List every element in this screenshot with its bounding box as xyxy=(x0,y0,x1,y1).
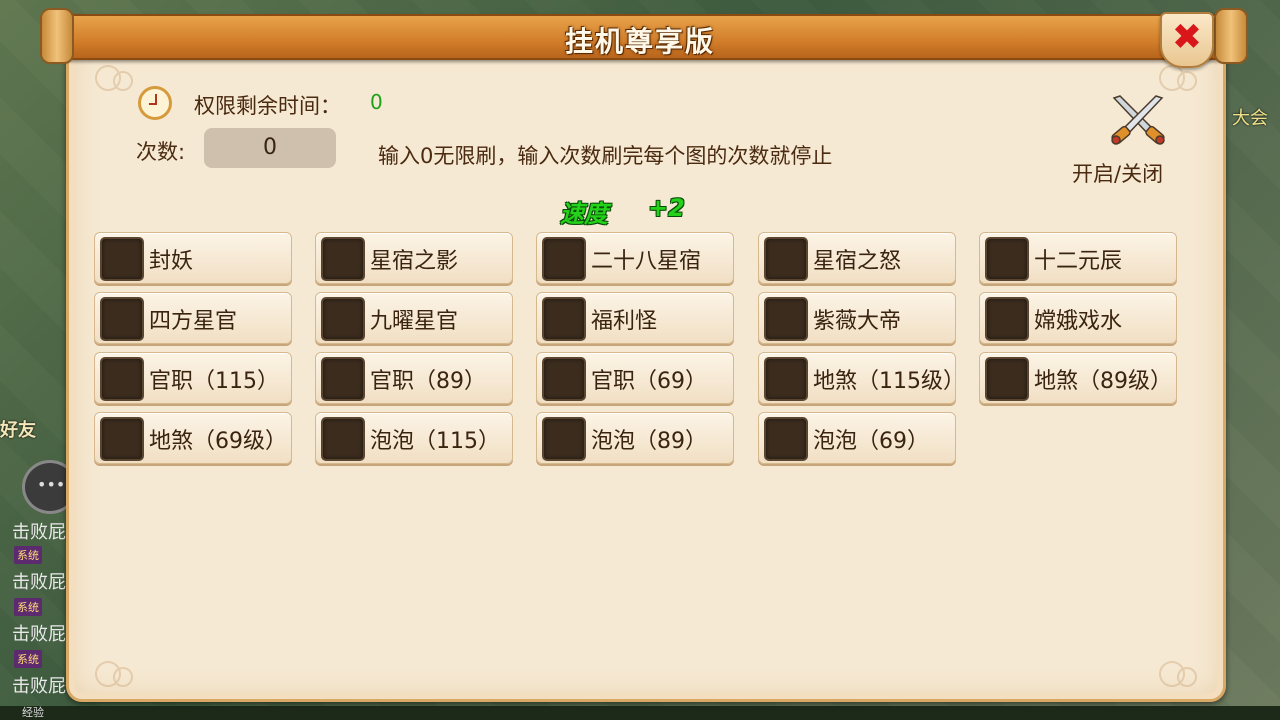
map-option-label: 地煞（89级） xyxy=(1034,369,1172,394)
event-label: 大会 xyxy=(1232,108,1268,129)
map-option-label: 嫦娥戏水 xyxy=(1034,309,1123,334)
checkbox[interactable] xyxy=(100,417,144,461)
chat-line: 击败屁 xyxy=(12,624,66,645)
remaining-time-label: 权限剩余时间： xyxy=(194,94,341,118)
map-option-label: 紫薇大帝 xyxy=(813,309,902,334)
map-option-label: 二十八星宿 xyxy=(591,249,702,274)
dialog-title: 挂机尊享版 xyxy=(564,25,715,58)
map-option[interactable]: 封妖 xyxy=(94,232,292,284)
map-option-label: 泡泡（89） xyxy=(591,429,707,454)
map-option[interactable]: 地煞（89级） xyxy=(979,352,1177,404)
map-option[interactable]: 星宿之影 xyxy=(315,232,513,284)
map-option[interactable]: 九曜星官 xyxy=(315,292,513,344)
map-option[interactable]: 泡泡（89） xyxy=(536,412,734,464)
map-option[interactable]: 官职（69） xyxy=(536,352,734,404)
map-option[interactable]: 嫦娥戏水 xyxy=(979,292,1177,344)
map-option[interactable]: 地煞（69级） xyxy=(94,412,292,464)
checkbox[interactable] xyxy=(321,297,365,341)
chat-log: 击败屁 系统 击败屁 系统 击败屁 系统 击败屁 xyxy=(0,510,70,720)
toggle-label: 开启/关闭 xyxy=(1072,162,1164,186)
count-hint: 输入0无限刷，输入次数刷完每个图的次数就停止 xyxy=(378,144,833,168)
system-tag: 系统 xyxy=(14,546,42,564)
speed-bonus: +2 xyxy=(648,194,685,222)
count-label: 次数: xyxy=(136,140,186,164)
system-tag: 系统 xyxy=(14,598,42,616)
checkbox[interactable] xyxy=(100,357,144,401)
map-option[interactable]: 官职（89） xyxy=(315,352,513,404)
map-option[interactable]: 紫薇大帝 xyxy=(758,292,956,344)
chat-icon: ••• xyxy=(37,475,66,494)
map-option-label: 地煞（69级） xyxy=(149,429,287,454)
map-option-label: 泡泡（69） xyxy=(813,429,929,454)
map-option-label: 官职（69） xyxy=(591,369,707,394)
map-option[interactable]: 福利怪 xyxy=(536,292,734,344)
map-option-grid: 封妖 星宿之影 二十八星宿 星宿之怒 十二元辰 四方星官 九曜星官 福利怪 紫薇… xyxy=(94,232,1184,472)
map-option[interactable]: 官职（115） xyxy=(94,352,292,404)
chat-line: 击败屁 xyxy=(12,676,66,697)
system-tag: 系统 xyxy=(14,650,42,668)
map-option-label: 四方星官 xyxy=(149,309,238,334)
map-option-label: 地煞（115级） xyxy=(813,369,957,394)
checkbox[interactable] xyxy=(985,237,1029,281)
map-option[interactable]: 泡泡（115） xyxy=(315,412,513,464)
speed-label: 速度 xyxy=(560,200,608,228)
count-input[interactable]: 0 xyxy=(204,128,336,168)
map-option[interactable]: 二十八星宿 xyxy=(536,232,734,284)
checkbox[interactable] xyxy=(542,417,586,461)
checkbox[interactable] xyxy=(321,417,365,461)
map-option[interactable]: 四方星官 xyxy=(94,292,292,344)
map-option-label: 星宿之影 xyxy=(370,249,459,274)
checkbox[interactable] xyxy=(542,297,586,341)
chat-line: 击败屁 xyxy=(12,572,66,593)
checkbox[interactable] xyxy=(764,417,808,461)
close-icon: ✖ xyxy=(1171,17,1203,58)
checkbox[interactable] xyxy=(542,237,586,281)
checkbox[interactable] xyxy=(100,297,144,341)
map-option-label: 泡泡（115） xyxy=(370,429,500,454)
map-option-label: 九曜星官 xyxy=(370,309,459,334)
map-option-label: 福利怪 xyxy=(591,309,658,334)
bottom-bar: 经验 xyxy=(0,706,1280,720)
checkbox[interactable] xyxy=(321,357,365,401)
checkbox[interactable] xyxy=(100,237,144,281)
crossed-swords-icon[interactable] xyxy=(1106,94,1170,146)
friend-label: 好友 xyxy=(0,420,36,441)
checkbox[interactable] xyxy=(321,237,365,281)
map-option-label: 十二元辰 xyxy=(1034,249,1123,274)
chat-line: 击败屁 xyxy=(12,522,66,543)
cloud-ornament xyxy=(1155,659,1201,687)
checkbox[interactable] xyxy=(764,237,808,281)
clock-icon xyxy=(138,86,172,120)
map-option-label: 封妖 xyxy=(149,249,194,274)
map-option[interactable]: 十二元辰 xyxy=(979,232,1177,284)
map-option[interactable]: 星宿之怒 xyxy=(758,232,956,284)
map-option[interactable]: 地煞（115级） xyxy=(758,352,957,404)
cloud-ornament xyxy=(91,659,137,687)
checkbox[interactable] xyxy=(764,297,808,341)
checkbox[interactable] xyxy=(985,357,1029,401)
map-option-label: 星宿之怒 xyxy=(813,249,902,274)
checkbox[interactable] xyxy=(985,297,1029,341)
map-option-label: 官职（89） xyxy=(370,369,486,394)
exp-label: 经验 xyxy=(22,706,44,719)
cloud-ornament xyxy=(91,63,137,91)
map-option[interactable]: 泡泡（69） xyxy=(758,412,956,464)
map-option-label: 官职（115） xyxy=(149,369,279,394)
checkbox[interactable] xyxy=(764,357,808,401)
checkbox[interactable] xyxy=(542,357,586,401)
remaining-time-value: 0 xyxy=(370,90,383,114)
close-button[interactable]: ✖ xyxy=(1160,12,1214,68)
